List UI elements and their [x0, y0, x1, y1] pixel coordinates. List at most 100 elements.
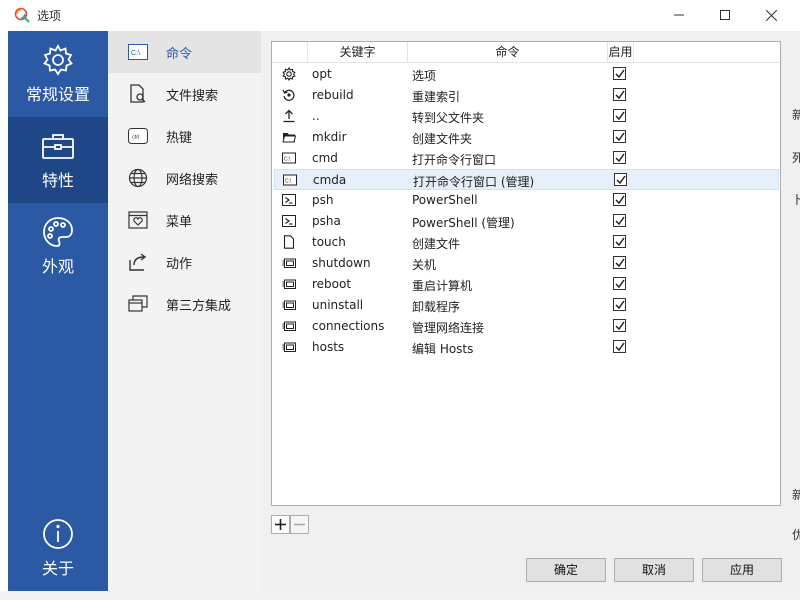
edge-text: 优 [792, 528, 800, 542]
table-row[interactable]: reboot 重启计算机 [274, 274, 779, 295]
enabled-checkbox[interactable] [613, 214, 626, 227]
svg-text:C:\: C:\ [284, 157, 291, 163]
ctrl-key-icon: ctrl [127, 125, 149, 147]
keyword-cell: touch [312, 235, 346, 249]
table-row[interactable]: connections 管理网络连接 [274, 316, 779, 337]
edge-text: 新 [792, 108, 800, 122]
apply-button[interactable]: 应用 [702, 558, 782, 582]
minimize-icon [674, 14, 684, 16]
category-features[interactable]: 特性 [8, 117, 108, 203]
command-cell: 重启计算机 [412, 279, 473, 293]
subnav-item-web-search[interactable]: 网络搜索 [108, 157, 261, 199]
category-appearance[interactable]: 外观 [8, 203, 108, 289]
close-button[interactable] [748, 0, 794, 30]
column-header-keyword[interactable]: 关键字 [308, 42, 408, 63]
enabled-checkbox[interactable] [613, 235, 626, 248]
enabled-checkbox[interactable] [613, 340, 626, 353]
file-search-icon [127, 83, 149, 105]
command-cell: 关机 [412, 258, 437, 272]
table-row[interactable]: uninstall 卸载程序 [274, 295, 779, 316]
svg-text:ctrl: ctrl [132, 135, 139, 141]
maximize-button[interactable] [702, 0, 748, 30]
table-row[interactable]: .. 转到父文件夹 [274, 106, 779, 127]
enabled-checkbox[interactable] [613, 319, 626, 332]
enabled-checkbox[interactable] [613, 88, 626, 101]
table-row[interactable]: C:\ cmda 打开命令行窗口 (管理) [274, 169, 779, 190]
subnav-item-commands[interactable]: C:\ 命令 [108, 31, 261, 73]
keyword-cell: rebuild [312, 88, 354, 102]
command-cell: 重建索引 [412, 90, 461, 104]
table-header: 关键字 命令 启用 [272, 42, 780, 63]
keyword-cell: hosts [312, 340, 345, 354]
table-row[interactable]: mkdir 创建文件夹 [274, 127, 779, 148]
enabled-checkbox[interactable] [613, 256, 626, 269]
commands-panel: 关键字 命令 启用 opt 选项 rebuild 重建索引 .. 转到父文件夹 mkdir 创… [261, 31, 792, 591]
table-row[interactable]: psha PowerShell (管理) [274, 211, 779, 232]
close-icon [765, 9, 777, 21]
subnav-item-menu[interactable]: 菜单 [108, 199, 261, 241]
enabled-checkbox[interactable] [613, 277, 626, 290]
remove-command-button[interactable] [290, 515, 309, 534]
console-icon: C:\ [127, 41, 149, 63]
system-icon [282, 258, 296, 268]
subnav-label: 菜单 [166, 214, 193, 230]
enabled-checkbox[interactable] [613, 130, 626, 143]
enabled-checkbox[interactable] [613, 298, 626, 311]
table-row[interactable]: touch 创建文件 [274, 232, 779, 253]
enabled-checkbox[interactable] [614, 173, 627, 186]
column-header-enabled[interactable]: 启用 [608, 42, 634, 63]
minimize-button[interactable] [656, 0, 702, 30]
command-cell: 打开命令行窗口 (管理) [413, 175, 535, 189]
enabled-checkbox[interactable] [613, 193, 626, 206]
keyword-cell: cmd [312, 151, 338, 165]
commands-table[interactable]: 关键字 命令 启用 opt 选项 rebuild 重建索引 .. 转到父文件夹 mkdir 创… [271, 41, 781, 506]
subnav-item-actions[interactable]: 动作 [108, 241, 261, 283]
category-about[interactable]: 关于 [8, 505, 108, 591]
command-cell: 创建文件 [412, 237, 461, 251]
keyword-cell: uninstall [312, 298, 364, 312]
share-arrow-icon [127, 251, 149, 273]
subnav-item-file-search[interactable]: 文件搜索 [108, 73, 261, 115]
category-label: 外观 [41, 257, 74, 276]
enabled-checkbox[interactable] [613, 67, 626, 80]
ok-button[interactable]: 确定 [526, 558, 606, 582]
command-cell: 管理网络连接 [412, 321, 485, 335]
system-icon [282, 342, 296, 352]
background-window-edge: 新 死 卜 新 优 [792, 31, 800, 600]
powershell-icon [282, 215, 296, 227]
keyword-cell: reboot [312, 277, 352, 291]
add-command-button[interactable] [271, 515, 290, 534]
table-row[interactable]: psh PowerShell [274, 190, 779, 211]
category-general-settings[interactable]: 常规设置 [8, 31, 108, 117]
table-row[interactable]: rebuild 重建索引 [274, 85, 779, 106]
keyword-cell: opt [312, 67, 332, 81]
menu-heart-icon [127, 209, 149, 231]
enabled-checkbox[interactable] [613, 151, 626, 164]
keyword-cell: psha [312, 214, 341, 228]
table-row[interactable]: shutdown 关机 [274, 253, 779, 274]
table-row[interactable]: opt 选项 [274, 64, 779, 85]
enabled-checkbox[interactable] [613, 109, 626, 122]
table-row[interactable]: hosts 编辑 Hosts [274, 337, 779, 358]
system-icon [282, 279, 296, 289]
palette-icon [43, 217, 73, 247]
edge-text: 死 [792, 151, 800, 165]
cancel-button[interactable]: 取消 [614, 558, 694, 582]
svg-text:C:\: C:\ [131, 50, 140, 57]
toolbox-icon [42, 134, 74, 159]
category-label: 常规设置 [25, 85, 90, 104]
command-cell: 编辑 Hosts [412, 342, 474, 356]
category-label: 特性 [41, 171, 74, 190]
column-header-command[interactable]: 命令 [408, 42, 608, 63]
command-cell: 卸载程序 [412, 300, 461, 314]
subnav-item-hotkeys[interactable]: ctrl 热键 [108, 115, 261, 157]
edge-text: 新 [792, 488, 800, 502]
subnav-item-third-party[interactable]: 第三方集成 [108, 283, 261, 325]
window-bottom-edge [0, 591, 800, 600]
table-row[interactable]: C:\ cmd 打开命令行窗口 [274, 148, 779, 169]
keyword-cell: shutdown [312, 256, 371, 270]
svg-text:C:\: C:\ [285, 179, 292, 185]
keyword-cell: .. [312, 109, 320, 123]
globe-icon [127, 167, 149, 189]
subnav-label: 网络搜索 [166, 172, 219, 188]
